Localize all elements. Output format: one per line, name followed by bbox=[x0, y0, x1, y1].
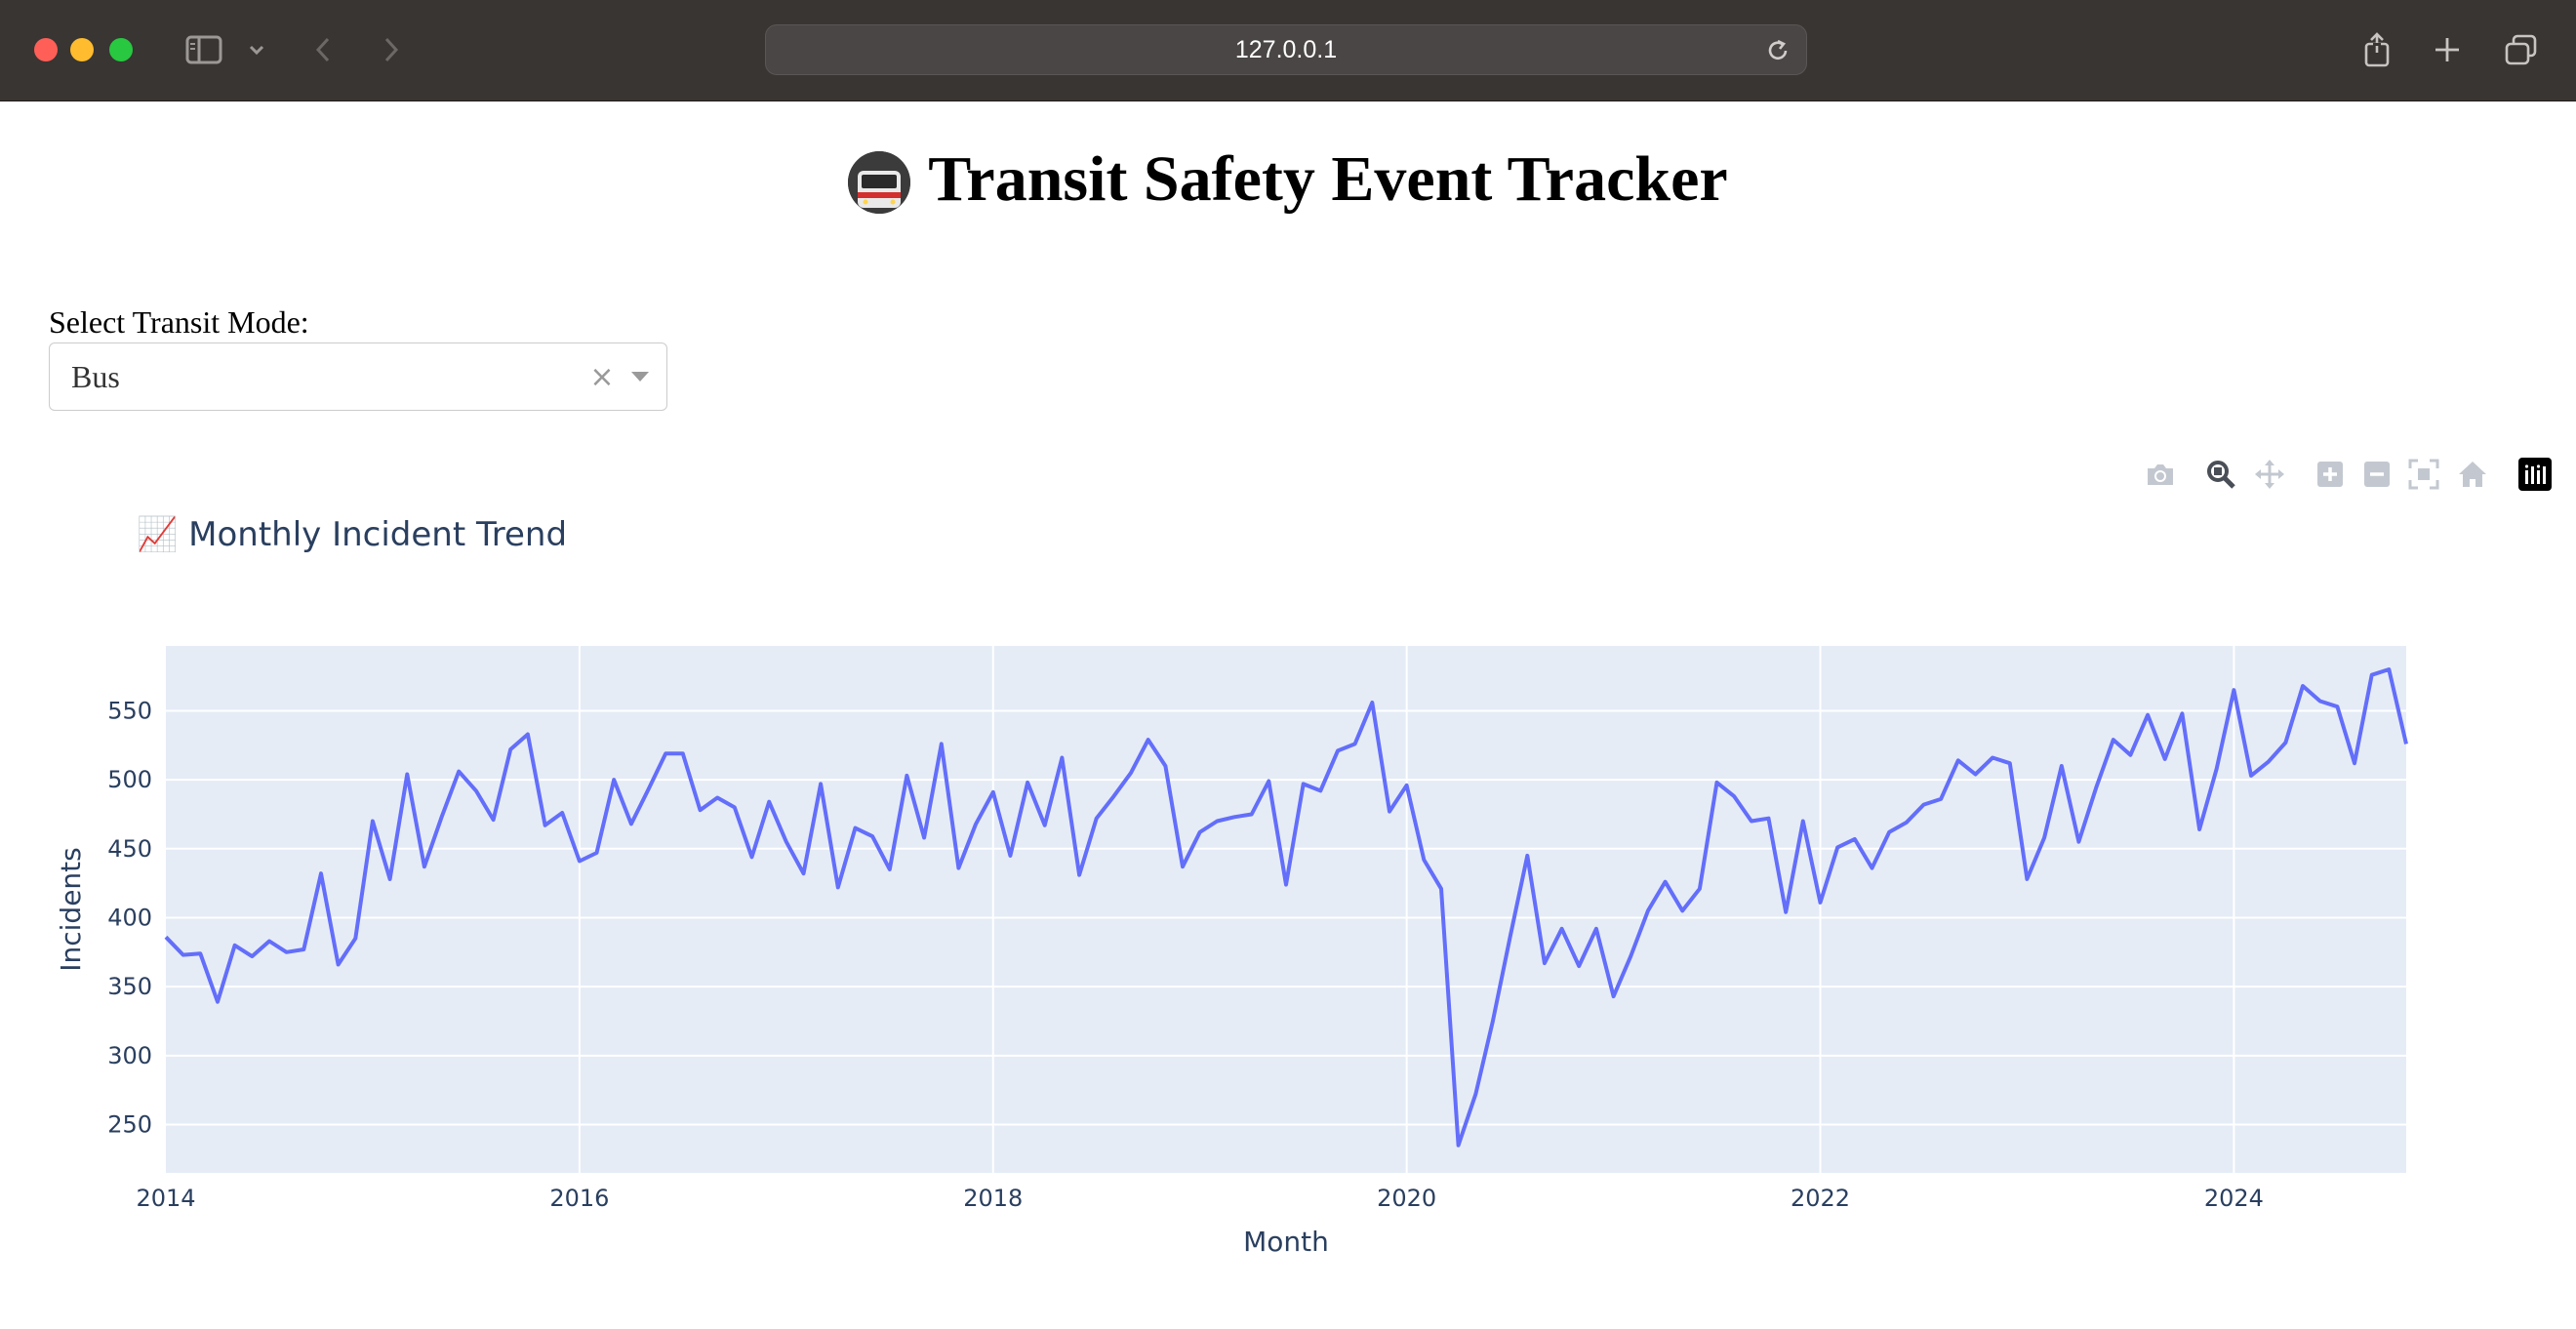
y-tick-label: 450 bbox=[107, 835, 152, 863]
x-tick-label: 2018 bbox=[963, 1185, 1023, 1212]
x-tick-label: 2024 bbox=[2204, 1185, 2264, 1212]
y-tick-label: 550 bbox=[107, 697, 152, 724]
y-tick-label: 500 bbox=[107, 766, 152, 793]
x-tick-label: 2020 bbox=[1377, 1185, 1436, 1212]
y-axis-title: Incidents bbox=[55, 847, 87, 972]
y-tick-label: 300 bbox=[107, 1042, 152, 1069]
y-tick-label: 250 bbox=[107, 1111, 152, 1139]
plot-area bbox=[166, 646, 2406, 1173]
y-tick-label: 350 bbox=[107, 973, 152, 1000]
x-axis-title: Month bbox=[1243, 1226, 1329, 1258]
x-tick-label: 2014 bbox=[136, 1185, 195, 1212]
incident-trend-chart[interactable]: 250300350400450500550 2014 2016 2018 2020 20… bbox=[0, 0, 2576, 1329]
y-tick-labels: 250 300 350 400 450 500 550 bbox=[107, 697, 152, 1138]
x-tick-label: 2022 bbox=[1791, 1185, 1850, 1212]
x-tick-label: 2016 bbox=[549, 1185, 609, 1212]
x-tick-labels: 2014 2016 2018 2020 2022 2024 bbox=[136, 1185, 2263, 1212]
y-tick-label: 400 bbox=[107, 904, 152, 931]
